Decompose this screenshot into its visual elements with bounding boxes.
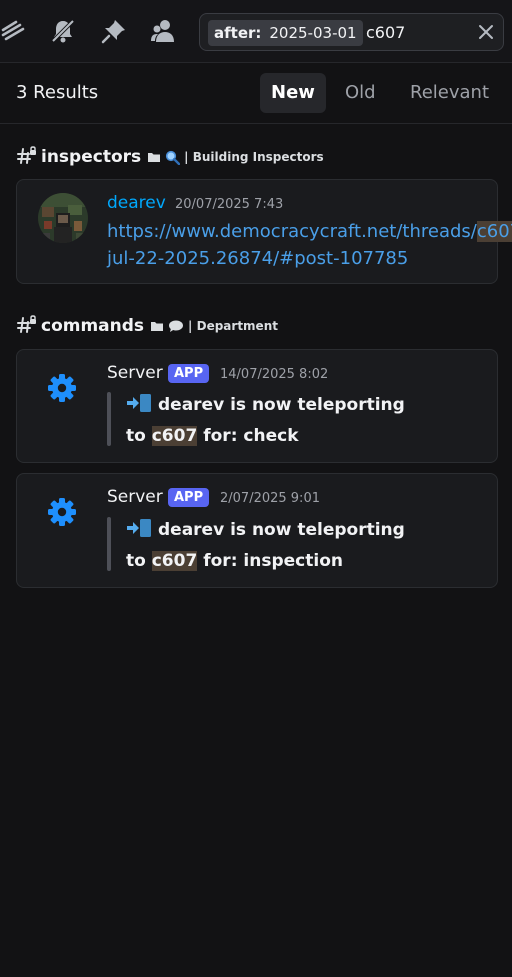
embed-text-after: for: inspection xyxy=(203,550,343,571)
gear-icon[interactable] xyxy=(46,496,78,528)
channel-topic-text: | Department xyxy=(188,319,278,333)
channel-topic-text: | Building Inspectors xyxy=(184,150,324,164)
channel-name: commands xyxy=(41,316,145,336)
channel-topic: | Department xyxy=(150,319,278,333)
embed-text-after: for: check xyxy=(203,425,299,446)
results-count: 3 Results xyxy=(16,82,99,103)
teleport-arrow-icon xyxy=(126,393,152,423)
message-author[interactable]: Server xyxy=(107,362,163,384)
search-match-highlight: c607 xyxy=(151,550,198,571)
search-filter-chip[interactable]: after: 2025-03-01 xyxy=(208,20,363,46)
embed-quote-bar xyxy=(107,392,111,446)
speech-bubble-icon xyxy=(168,319,184,333)
threads-icon[interactable] xyxy=(0,18,26,44)
avatar[interactable] xyxy=(38,193,88,243)
search-result-card[interactable]: Server APP 2/07/2025 9:01 dearev is now … xyxy=(16,473,498,588)
search-result-card[interactable]: dearev 20/07/2025 7:43 https://www.democ… xyxy=(16,179,512,284)
search-input[interactable]: after: 2025-03-01 c607 xyxy=(199,13,504,51)
message-timestamp: 2/07/2025 9:01 xyxy=(220,491,320,506)
channel-topic: | Building Inspectors xyxy=(147,150,324,165)
top-toolbar: after: 2025-03-01 c607 xyxy=(0,0,512,63)
sort-tab-old[interactable]: Old xyxy=(334,73,387,113)
message-author[interactable]: Server xyxy=(107,486,163,508)
gear-icon[interactable] xyxy=(46,372,78,404)
message-timestamp: 14/07/2025 8:02 xyxy=(220,367,329,382)
channel-name: inspectors xyxy=(41,147,142,167)
search-match-highlight: c607 xyxy=(476,221,512,242)
magnifier-icon xyxy=(165,150,181,165)
channel-header-commands[interactable]: commands | Department xyxy=(17,314,278,338)
link-prefix: https://www.democracycraft.net/threads/ xyxy=(107,221,477,242)
message-link[interactable]: https://www.democracycraft.net/threads/c… xyxy=(107,218,512,272)
channel-header-inspectors[interactable]: inspectors | Building Inspectors xyxy=(17,145,324,169)
folder-icon xyxy=(147,151,161,163)
notifications-muted-icon[interactable] xyxy=(50,18,76,44)
filter-key: after: xyxy=(214,24,262,42)
embed-quote-bar xyxy=(107,517,111,571)
results-header: 3 Results New Old Relevant xyxy=(0,63,512,124)
sort-tab-new[interactable]: New xyxy=(260,73,326,113)
embed-message-text: dearev is now teleporting to c607 for: c… xyxy=(126,392,426,450)
channel-locked-hash-icon xyxy=(17,314,37,338)
sort-tab-relevant[interactable]: Relevant xyxy=(399,73,500,113)
channel-locked-hash-icon xyxy=(17,145,37,169)
app-badge: APP xyxy=(168,364,210,383)
members-icon[interactable] xyxy=(150,18,176,44)
pin-icon[interactable] xyxy=(101,18,127,44)
search-query: c607 xyxy=(366,23,406,42)
filter-value: 2025-03-01 xyxy=(269,24,357,42)
message-timestamp: 20/07/2025 7:43 xyxy=(175,197,284,212)
teleport-arrow-icon xyxy=(126,518,152,548)
app-badge: APP xyxy=(168,488,210,507)
folder-icon xyxy=(150,320,164,332)
embed-message-text: dearev is now teleporting to c607 for: i… xyxy=(126,517,426,575)
search-match-highlight: c607 xyxy=(151,425,198,446)
clear-search-icon[interactable] xyxy=(477,23,495,41)
message-author[interactable]: dearev xyxy=(107,192,166,214)
search-result-card[interactable]: Server APP 14/07/2025 8:02 dearev is now… xyxy=(16,349,498,463)
